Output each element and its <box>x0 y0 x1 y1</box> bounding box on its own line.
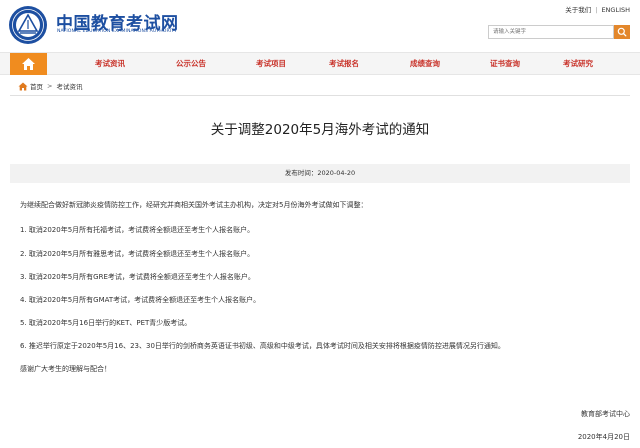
house-icon <box>18 82 28 90</box>
breadcrumb-current[interactable]: 考试资讯 <box>56 81 82 91</box>
list-item: 1. 取消2020年5月所有托福考试，考试费将全额退还至考生个人报名账户。 <box>20 226 255 234</box>
signature-date: 2020年4月20日 <box>577 433 630 441</box>
nav-home-button[interactable] <box>10 53 47 75</box>
breadcrumb-home[interactable]: 首页 <box>30 81 43 91</box>
list-item: 2. 取消2020年5月所有雅思考试，考试费将全额退还至考生个人报名账户。 <box>20 250 255 258</box>
about-us-link[interactable]: 关于我们 <box>565 6 591 14</box>
search-icon <box>617 27 627 37</box>
nav-item-exam-research[interactable]: 考试研究 <box>563 53 593 75</box>
neea-emblem-icon[interactable] <box>8 5 48 45</box>
search-input[interactable] <box>488 25 614 39</box>
english-link[interactable]: ENGLISH <box>601 6 630 14</box>
breadcrumb: 首页 > 考试资讯 <box>18 81 82 91</box>
breadcrumb-separator: > <box>47 82 53 90</box>
top-links-separator: | <box>595 6 598 14</box>
main-nav: 考试资讯 公示公告 考试项目 考试报名 成绩查询 证书查询 考试研究 <box>0 52 640 75</box>
breadcrumb-divider <box>10 95 630 96</box>
nav-item-score-query[interactable]: 成绩查询 <box>410 53 440 75</box>
nav-item-exam-projects[interactable]: 考试项目 <box>256 53 286 75</box>
publish-time: 发布时间：2020-04-20 <box>10 164 630 183</box>
nav-item-certificate-query[interactable]: 证书查询 <box>490 53 520 75</box>
nav-item-exam-registration[interactable]: 考试报名 <box>329 53 359 75</box>
signature-org: 教育部考试中心 <box>581 410 630 418</box>
nav-item-exam-news[interactable]: 考试资讯 <box>95 53 125 75</box>
home-icon <box>22 58 35 70</box>
top-links: 关于我们 | ENGLISH <box>565 4 630 14</box>
nav-item-announcements[interactable]: 公示公告 <box>176 53 206 75</box>
site-header: 中国教育考试网 NATIONAL EDUCATION EXAMINATIONS … <box>0 0 640 52</box>
search-box <box>488 25 630 39</box>
list-item: 6. 推迟举行原定于2020年5月16、23、30日举行的剑桥商务英语证书初级、… <box>20 342 505 350</box>
list-item: 4. 取消2020年5月所有GMAT考试，考试费将全额退还至考生个人报名账户。 <box>20 296 261 304</box>
list-item: 3. 取消2020年5月所有GRE考试，考试费将全额退还至考生个人报名账户。 <box>20 273 255 281</box>
logo-subtitle: NATIONAL EDUCATION EXAMINATIONS AUTHORIT… <box>57 29 178 34</box>
article-intro: 为继续配合做好新冠肺炎疫情防控工作，经研究并商相关国外考试主办机构，决定对5月份… <box>20 201 368 209</box>
search-button[interactable] <box>614 25 630 39</box>
article-closing: 感谢广大考生的理解与配合！ <box>20 365 111 373</box>
article-title: 关于调整2020年5月海外考试的通知 <box>210 122 430 138</box>
list-item: 5. 取消2020年5月16日举行的KET、PET青少版考试。 <box>20 319 192 327</box>
